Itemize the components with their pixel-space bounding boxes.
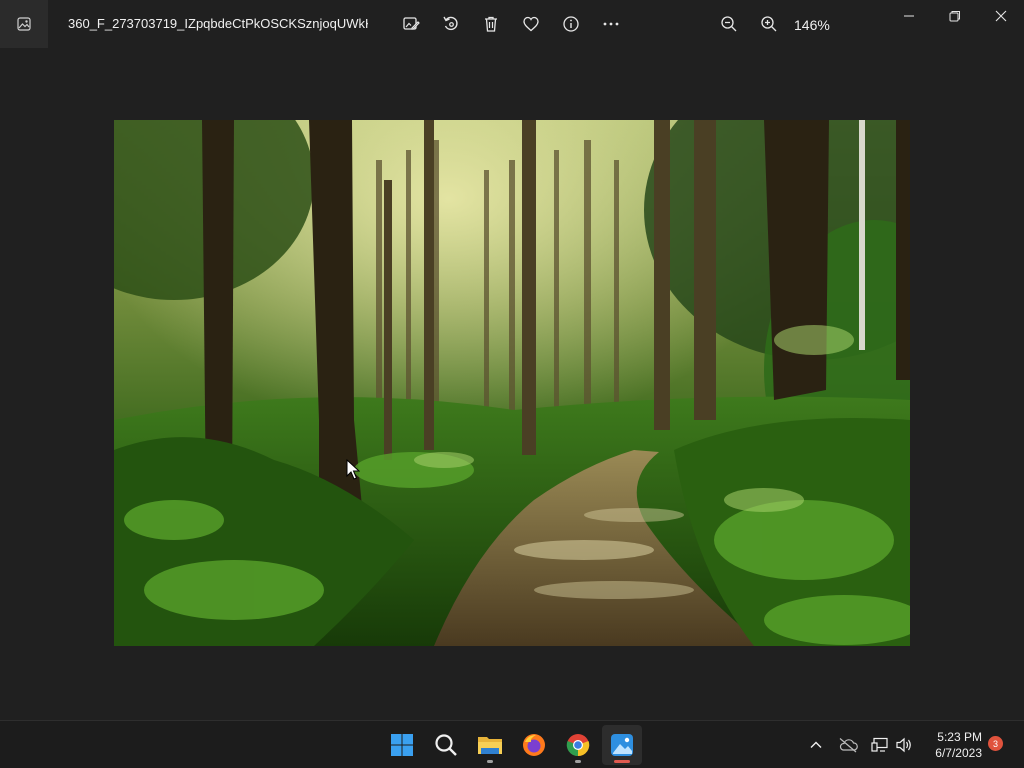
zoom-out-button[interactable] (715, 10, 743, 38)
zoom-in-button[interactable] (755, 10, 783, 38)
clock[interactable]: 5:23 PM 6/7/2023 (922, 729, 982, 761)
network-button[interactable] (868, 733, 892, 757)
taskbar-file-explorer[interactable] (470, 725, 510, 765)
info-button[interactable] (557, 10, 585, 38)
volume-icon (896, 737, 911, 753)
displayed-photo[interactable] (114, 120, 910, 646)
zoom-in-icon (761, 16, 777, 32)
taskbar: 5:23 PM 6/7/2023 (0, 720, 1024, 768)
clock-date: 6/7/2023 (935, 746, 982, 760)
notification-badge[interactable]: 3 (988, 736, 1003, 751)
forest-path-photo (114, 120, 910, 646)
network-icon (871, 737, 888, 752)
zoom-out-icon (721, 16, 737, 32)
active-app-indicator (614, 760, 630, 763)
edit-image-button[interactable] (397, 10, 425, 38)
file-name-title: 360_F_273703719_IZpqbdeCtPkOSCKSznjoqUWk… (68, 16, 368, 31)
taskbar-firefox[interactable] (514, 725, 554, 765)
search-icon (435, 734, 457, 756)
taskbar-chrome[interactable] (558, 725, 598, 765)
restore-icon (949, 11, 960, 22)
pointer-icon (346, 458, 361, 480)
taskbar-photos[interactable] (602, 725, 642, 765)
close-icon (995, 10, 1007, 22)
show-hidden-icons-button[interactable] (804, 733, 828, 757)
volume-button[interactable] (892, 733, 916, 757)
minimize-icon (904, 15, 914, 17)
info-icon (563, 16, 579, 32)
rotate-button[interactable] (437, 10, 465, 38)
photos-app-icon (611, 734, 633, 756)
chrome-icon (566, 734, 590, 757)
restore-button[interactable] (932, 0, 978, 32)
clock-time: 5:23 PM (937, 730, 982, 744)
mouse-cursor (346, 458, 361, 486)
favorite-button[interactable] (517, 10, 545, 38)
favorite-heart-icon (523, 16, 539, 32)
photos-app-window: 360_F_273703719_IZpqbdeCtPkOSCKSznjoqUWk… (0, 0, 1024, 720)
app-icon-button[interactable] (0, 0, 48, 48)
zoom-level-label[interactable]: 146% (794, 17, 830, 33)
close-button[interactable] (978, 0, 1024, 32)
chevron-up-icon (810, 741, 822, 748)
delete-icon (485, 16, 497, 32)
minimize-button[interactable] (886, 0, 932, 32)
edit-image-icon (403, 17, 420, 30)
onedrive-button[interactable] (836, 733, 860, 757)
photos-icon (17, 17, 31, 31)
start-button[interactable] (382, 725, 422, 765)
windows-start-icon (391, 734, 413, 756)
cloud-offline-icon (839, 738, 858, 753)
taskbar-search-button[interactable] (426, 725, 466, 765)
title-bar: 360_F_273703719_IZpqbdeCtPkOSCKSznjoqUWk… (0, 0, 1024, 48)
more-options-icon (603, 22, 619, 26)
firefox-icon (523, 734, 545, 756)
rotate-icon (443, 16, 458, 31)
more-options-button[interactable] (597, 10, 625, 38)
delete-button[interactable] (477, 10, 505, 38)
running-indicator (575, 760, 581, 763)
running-indicator (487, 760, 493, 763)
file-explorer-icon (478, 737, 502, 754)
